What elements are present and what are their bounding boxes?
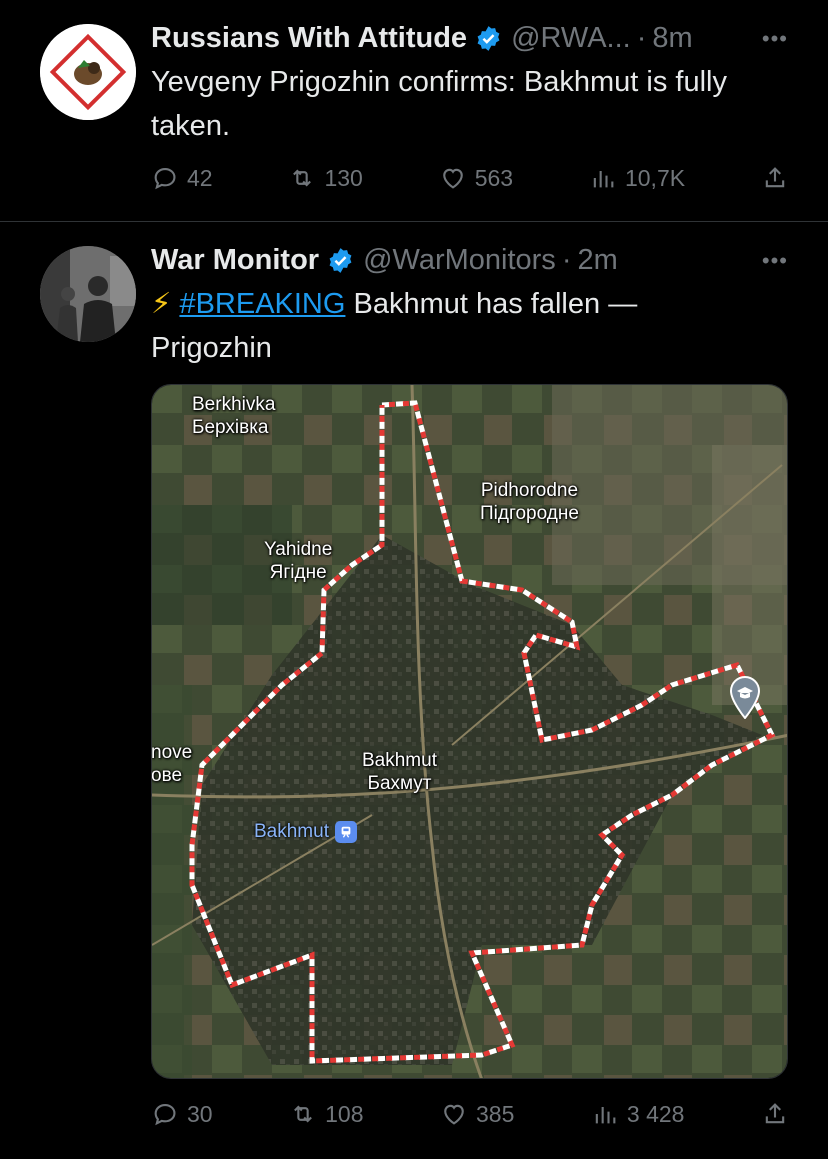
repost-button[interactable]: 130 (288, 164, 363, 192)
tweet-header: War Monitor @WarMonitors · 2m (151, 240, 618, 280)
repost-count: 130 (324, 164, 363, 191)
views-button[interactable]: 10,7K (589, 164, 685, 192)
share-icon (765, 1103, 785, 1124)
verified-badge-icon (477, 25, 500, 51)
views-icon (593, 171, 614, 188)
verified-badge-icon (329, 247, 352, 273)
tweet-actions: 42 130 563 10,7K (151, 158, 789, 198)
like-count: 385 (476, 1100, 515, 1127)
station-label: Bakhmut (254, 821, 329, 842)
reply-count: 42 (187, 164, 213, 191)
reply-count: 30 (187, 1100, 213, 1127)
repost-icon (294, 1105, 313, 1123)
share-button[interactable] (761, 1100, 789, 1128)
more-icon[interactable]: ••• (762, 26, 788, 52)
more-icon[interactable]: ••• (762, 248, 788, 274)
timestamp[interactable]: 8m (652, 22, 692, 55)
repost-button[interactable]: 108 (289, 1100, 363, 1128)
tweet-2[interactable]: War Monitor @WarMonitors · 2m ••• ⚡ #BRE… (0, 222, 828, 1159)
share-button[interactable] (761, 164, 789, 192)
map-label-pidhorodne: Pidhorodne Підгородне (480, 480, 579, 524)
tweet-1[interactable]: Russians With Attitude @RWA... · 8m ••• … (0, 0, 828, 221)
separator-dot: · (561, 243, 572, 276)
avatar-photo-icon (40, 246, 136, 342)
reply-button[interactable]: 30 (151, 1100, 213, 1128)
reply-button[interactable]: 42 (151, 164, 213, 192)
views-count: 3 428 (626, 1100, 685, 1127)
avatar[interactable] (40, 246, 136, 342)
views-button[interactable]: 3 428 (591, 1100, 685, 1128)
like-icon (444, 1104, 464, 1125)
timestamp[interactable]: 2m (577, 244, 617, 277)
lightning-emoji: ⚡ (151, 288, 172, 320)
share-icon (765, 167, 785, 188)
repost-icon (293, 169, 312, 187)
map-label-bakhmut: Bakhmut Бахмут (362, 750, 437, 794)
hashtag-link[interactable]: #BREAKING (179, 288, 345, 320)
author-name[interactable]: War Monitor (151, 244, 319, 277)
like-count: 563 (474, 164, 514, 191)
author-handle[interactable]: @WarMonitors (363, 244, 556, 277)
views-icon (595, 1107, 616, 1124)
tweet-text: ⚡ #BREAKING Bakhmut has fallen — Prigozh… (151, 282, 718, 370)
tweet-actions: 30 108 385 3 428 (151, 1094, 789, 1134)
map-station-bakhmut[interactable]: Bakhmut (254, 821, 357, 843)
repost-count: 108 (325, 1100, 364, 1127)
reply-icon (154, 167, 176, 190)
tweet-header: Russians With Attitude @RWA... · 8m (151, 18, 693, 58)
avatar-logo-icon (40, 24, 136, 120)
views-count: 10,7K (624, 164, 686, 191)
satellite-map (152, 385, 787, 1078)
train-station-icon (334, 821, 357, 843)
like-icon (442, 168, 463, 189)
like-button[interactable]: 385 (440, 1100, 514, 1128)
avatar[interactable] (40, 24, 136, 120)
map-pin-icon[interactable] (728, 675, 762, 719)
map-label-yahidne: Yahidne Ягідне (264, 539, 333, 583)
tweet-text: Yevgeny Prigozhin confirms: Bakhmut is f… (151, 66, 727, 142)
author-handle[interactable]: @RWA... (511, 22, 631, 55)
map-image[interactable]: Berkhivka Берхівка Pidhorodne Підгородне… (151, 384, 788, 1079)
map-label-left-edge: nove ове (151, 742, 193, 786)
separator-dot: · (636, 21, 647, 54)
reply-icon (154, 1103, 176, 1126)
like-button[interactable]: 563 (439, 164, 513, 192)
map-label-berkhivka: Berkhivka Берхівка (192, 394, 276, 438)
author-name[interactable]: Russians With Attitude (151, 22, 467, 55)
